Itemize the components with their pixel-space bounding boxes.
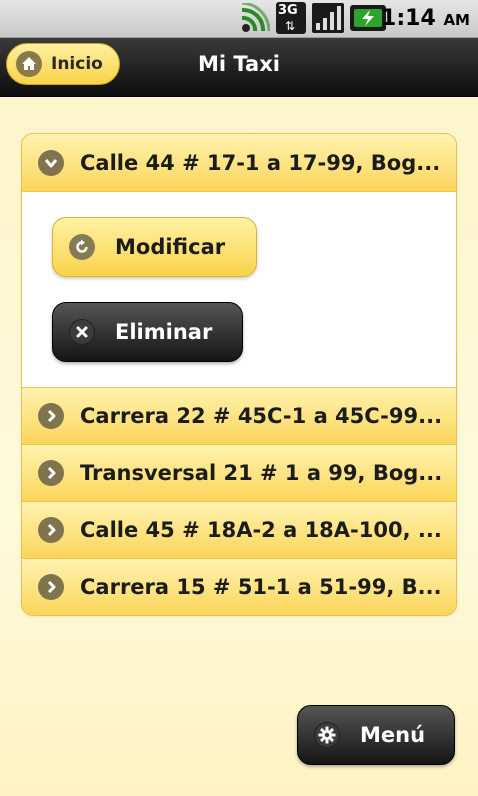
modify-button[interactable]: Modificar	[52, 217, 257, 277]
wifi-signal-icon	[238, 1, 271, 37]
refresh-icon	[69, 234, 95, 260]
address-item[interactable]: Carrera 22 # 45C-1 a 45C-99...	[22, 387, 456, 444]
close-icon	[69, 319, 95, 345]
chevron-right-icon	[38, 517, 64, 543]
status-time-ampm: AM	[443, 11, 470, 29]
main-content: Calle 44 # 17-1 a 17-99, Bog... Modifica…	[0, 97, 478, 796]
chevron-right-icon	[38, 460, 64, 486]
network-type-label: 3G	[278, 3, 298, 18]
menu-button-label: Menú	[360, 723, 426, 747]
chevron-right-icon	[38, 403, 64, 429]
address-item-expanded[interactable]: Calle 44 # 17-1 a 17-99, Bog...	[22, 134, 456, 191]
app-header: Inicio Mi Taxi	[0, 38, 478, 97]
menu-button[interactable]: Menú	[297, 705, 455, 765]
address-label: Calle 44 # 17-1 a 17-99, Bog...	[80, 150, 441, 175]
address-list: Calle 44 # 17-1 a 17-99, Bog... Modifica…	[21, 133, 457, 616]
delete-button[interactable]: Eliminar	[52, 302, 243, 362]
address-item[interactable]: Transversal 21 # 1 a 99, Bog...	[22, 444, 456, 501]
gear-icon	[314, 722, 340, 748]
address-label: Carrera 22 # 45C-1 a 45C-99...	[80, 404, 443, 428]
cell-signal-icon	[312, 3, 344, 37]
address-label: Carrera 15 # 51-1 a 51-99, B...	[80, 575, 442, 599]
status-bar: 3G ⇅ 1:14 AM	[0, 0, 478, 38]
chevron-down-icon	[38, 149, 64, 176]
modify-button-label: Modificar	[115, 235, 226, 259]
delete-button-label: Eliminar	[115, 320, 213, 344]
address-actions-panel: Modificar Eliminar	[22, 191, 456, 387]
address-label: Transversal 21 # 1 a 99, Bog...	[80, 461, 443, 485]
page-title: Mi Taxi	[198, 52, 280, 76]
network-3g-icon: 3G ⇅	[276, 2, 306, 38]
chevron-right-icon	[38, 574, 64, 600]
address-label: Calle 45 # 18A-2 a 18A-100, ...	[80, 518, 442, 542]
address-item[interactable]: Calle 45 # 18A-2 a 18A-100, ...	[22, 501, 456, 558]
address-item[interactable]: Carrera 15 # 51-1 a 51-99, B...	[22, 558, 456, 615]
status-time: 1:14 AM	[381, 6, 470, 31]
status-time-value: 1:14	[381, 6, 436, 31]
